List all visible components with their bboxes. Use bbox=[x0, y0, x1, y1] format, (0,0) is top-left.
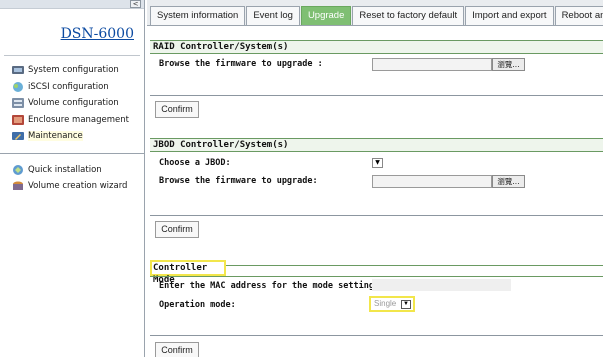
tab-system-information[interactable]: System information bbox=[150, 6, 246, 25]
volume-creation-wizard-icon bbox=[11, 180, 25, 192]
collapse-sidebar-button[interactable]: < bbox=[130, 0, 141, 8]
sidebar-item-label: Enclosure management bbox=[28, 114, 129, 125]
sidebar-item-label: iSCSI configuration bbox=[28, 81, 109, 92]
operation-mode-value: Single bbox=[374, 299, 397, 308]
operation-mode-select[interactable]: Single ▼ bbox=[369, 296, 415, 312]
operation-mode-label: Operation mode: bbox=[159, 300, 236, 310]
system-configuration-icon bbox=[11, 64, 25, 76]
mac-address-input[interactable] bbox=[372, 279, 511, 291]
controller-mode-confirm-button[interactable]: Confirm bbox=[155, 342, 199, 357]
sidebar-item-volume-configuration[interactable]: Volume configuration bbox=[0, 95, 144, 112]
tab-event-log[interactable]: Event log bbox=[246, 6, 300, 25]
jbod-section-title: JBOD Controller/System(s) bbox=[150, 139, 603, 152]
sidebar-item-system-configuration[interactable]: System configuration bbox=[0, 62, 144, 79]
sidebar-item-label: System configuration bbox=[28, 65, 119, 76]
raid-confirm-button[interactable]: Confirm bbox=[155, 101, 199, 118]
chevron-down-icon: ▼ bbox=[401, 300, 411, 309]
controller-mode-title-highlight: Controller Mode bbox=[150, 260, 226, 285]
controller-mode-section: Controller Mode Enter the MAC address fo… bbox=[150, 260, 603, 357]
mac-address-label: Enter the MAC address for the mode setti… bbox=[159, 281, 380, 291]
sidebar-item-volume-creation-wizard[interactable]: Volume creation wizard bbox=[0, 178, 144, 195]
raid-browse-label: Browse the firmware to upgrade : bbox=[159, 59, 323, 69]
section-divider bbox=[150, 95, 603, 96]
tab-upgrade[interactable]: Upgrade bbox=[300, 6, 352, 25]
jbod-firmware-file-input[interactable] bbox=[372, 175, 492, 188]
raid-firmware-file-input[interactable] bbox=[372, 58, 492, 71]
jbod-confirm-button[interactable]: Confirm bbox=[155, 221, 199, 238]
sidebar-item-label: Maintenance bbox=[28, 131, 83, 142]
raid-browse-button[interactable]: 瀏覽... bbox=[492, 58, 525, 71]
enclosure-management-icon bbox=[11, 114, 25, 126]
sidebar-divider bbox=[4, 55, 140, 56]
sidebar-top-bar: < bbox=[0, 0, 144, 9]
tab-reset-to-factory-default[interactable]: Reset to factory default bbox=[352, 6, 465, 25]
section-divider bbox=[150, 335, 603, 336]
raid-section: RAID Controller/System(s) Browse the fir… bbox=[150, 40, 603, 125]
sidebar-item-iscsi-configuration[interactable]: iSCSI configuration bbox=[0, 79, 144, 96]
jbod-select[interactable]: ▼ bbox=[372, 158, 383, 168]
iscsi-configuration-icon bbox=[11, 81, 25, 93]
sidebar-item-quick-installation[interactable]: Quick installation bbox=[0, 162, 144, 179]
sidebar-divider bbox=[0, 152, 144, 154]
section-divider bbox=[150, 215, 603, 216]
volume-configuration-icon bbox=[11, 97, 25, 109]
jbod-choose-label: Choose a JBOD: bbox=[159, 158, 231, 168]
raid-section-title: RAID Controller/System(s) bbox=[150, 41, 603, 54]
sidebar-item-label: Quick installation bbox=[28, 164, 102, 175]
quick-installation-icon bbox=[11, 164, 25, 176]
sidebar-item-enclosure-management[interactable]: Enclosure management bbox=[0, 112, 144, 129]
jbod-browse-button[interactable]: 瀏覽... bbox=[492, 175, 525, 188]
brand-link[interactable]: DSN-6000 bbox=[0, 26, 144, 48]
sidebar-item-label: Volume creation wizard bbox=[28, 181, 128, 192]
sidebar-item-maintenance[interactable]: Maintenance bbox=[0, 128, 144, 145]
tab-reboot-and-shutdown[interactable]: Reboot and shutdown bbox=[554, 6, 603, 25]
jbod-browse-label: Browse the firmware to upgrade: bbox=[159, 176, 318, 186]
sidebar: < DSN-6000 System configuration iSCSI co… bbox=[0, 0, 145, 357]
tab-import-and-export[interactable]: Import and export bbox=[465, 6, 554, 25]
section-header-line bbox=[150, 276, 603, 277]
jbod-section: JBOD Controller/System(s) Choose a JBOD:… bbox=[150, 138, 603, 248]
sidebar-item-label: Volume configuration bbox=[28, 98, 119, 109]
main-content: RAID Controller/System(s) Browse the fir… bbox=[150, 30, 603, 357]
maintenance-icon bbox=[11, 130, 25, 142]
tab-bar: System information Event log Upgrade Reset … bbox=[147, 0, 603, 26]
